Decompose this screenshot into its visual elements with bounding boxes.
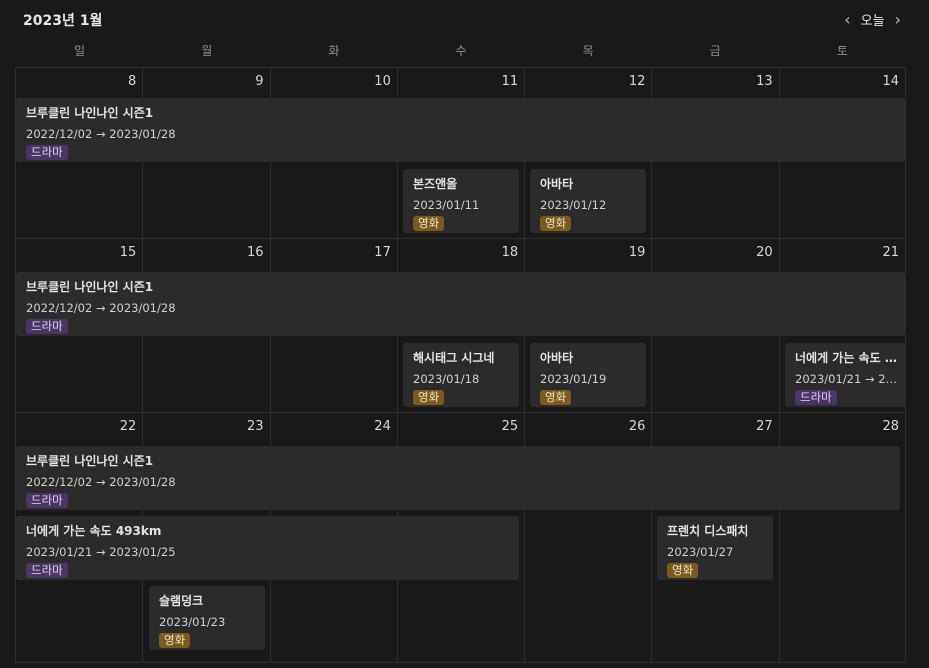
event-date: 2023/01/27 — [667, 545, 734, 559]
event-date: 2022/12/02 → 2023/01/28 — [26, 301, 176, 315]
week-row: 22 23 24 25 26 27 28 브루클린 나인나인 시즌1 2022/… — [15, 413, 906, 663]
day-number: 9 — [255, 74, 264, 89]
day-number: 20 — [756, 245, 773, 260]
day-number: 24 — [374, 419, 391, 434]
category-tag: 드라마 — [26, 319, 68, 334]
event-title: 아바타 — [540, 351, 574, 365]
calendar-header: 2023년 1월 ‹ 오늘 › — [0, 0, 929, 40]
event-title: 프렌치 디스패치 — [667, 524, 749, 538]
weekday-label: 목 — [582, 44, 594, 58]
day-number: 10 — [374, 74, 391, 89]
day-number: 19 — [628, 245, 646, 260]
weekday-label: 화 — [328, 44, 340, 58]
event-card[interactable]: 너에게 가는 속도 493km 2023/01/21 → 2023/01/25 … — [16, 516, 519, 580]
day-number: 13 — [756, 74, 773, 89]
event-date: 2023/01/19 — [540, 372, 607, 386]
event-title: 너에게 가는 속도 493km — [26, 524, 162, 538]
day-number: 27 — [756, 419, 773, 434]
event-card[interactable]: 해시태그 시그네 2023/01/18 영화 — [403, 343, 519, 407]
calendar-grid: 8 9 10 11 12 13 14 브루클린 나인나인 시즌1 2022/12… — [15, 67, 906, 668]
event-date: 2023/01/21 → 2023/01/25 — [795, 372, 902, 386]
week-row: 15 16 17 18 19 20 21 브루클린 나인나인 시즌1 2022/… — [15, 239, 906, 413]
event-card[interactable]: 브루클린 나인나인 시즌1 2022/12/02 → 2023/01/28 드라… — [16, 446, 900, 510]
event-date: 2022/12/02 → 2023/01/28 — [26, 127, 176, 141]
event-card[interactable]: 아바타 2023/01/19 영화 — [530, 343, 646, 407]
event-title: 해시태그 시그네 — [413, 351, 495, 365]
month-navigation: ‹ 오늘 › — [844, 10, 901, 29]
weekday-label: 토 — [836, 44, 848, 58]
event-title: 브루클린 나인나인 시즌1 — [26, 280, 154, 294]
day-number: 21 — [882, 245, 899, 260]
event-date: 2022/12/02 → 2023/01/28 — [26, 475, 176, 489]
event-date: 2023/01/18 — [413, 372, 480, 386]
event-date: 2023/01/12 — [540, 198, 607, 212]
day-number: 8 — [128, 74, 137, 89]
category-tag: 영화 — [667, 563, 699, 578]
weekday-label: 월 — [201, 44, 213, 58]
event-title: 브루클린 나인나인 시즌1 — [26, 454, 154, 468]
event-title: 본즈앤올 — [413, 177, 458, 191]
event-date: 2023/01/23 — [159, 615, 226, 629]
category-tag: 영화 — [413, 216, 445, 231]
event-card[interactable]: 아바타 2023/01/12 영화 — [530, 169, 646, 233]
event-card[interactable]: 브루클린 나인나인 시즌1 2022/12/02 → 2023/01/28 드라… — [16, 272, 905, 336]
event-date: 2023/01/21 → 2023/01/25 — [26, 545, 176, 559]
day-number: 12 — [628, 74, 646, 89]
day-number: 26 — [628, 419, 646, 434]
event-card[interactable]: 브루클린 나인나인 시즌1 2022/12/02 → 2023/01/28 드라… — [16, 98, 905, 162]
category-tag: 영화 — [413, 390, 445, 405]
event-card[interactable]: 너에게 가는 속도 493km 2023/01/21 → 2023/01/25 … — [785, 343, 906, 407]
day-number: 28 — [882, 419, 899, 434]
event-card[interactable]: 본즈앤올 2023/01/11 영화 — [403, 169, 519, 233]
weekday-label: 금 — [709, 44, 721, 58]
category-tag: 영화 — [159, 633, 191, 648]
today-button[interactable]: 오늘 — [861, 10, 885, 29]
next-month-button[interactable]: › — [895, 10, 901, 29]
event-date: 2023/01/11 — [413, 198, 480, 212]
day-number: 11 — [501, 74, 519, 89]
day-number: 22 — [119, 419, 137, 434]
day-number: 16 — [247, 245, 264, 260]
category-tag: 드라마 — [26, 145, 68, 160]
weekday-label: 수 — [455, 44, 467, 58]
event-title: 슬램덩크 — [159, 594, 204, 608]
category-tag: 드라마 — [795, 390, 837, 405]
category-tag: 영화 — [540, 216, 572, 231]
event-card[interactable]: 프렌치 디스패치 2023/01/27 영화 — [657, 516, 773, 580]
category-tag: 영화 — [540, 390, 572, 405]
day-number: 14 — [882, 74, 899, 89]
day-number: 15 — [119, 245, 137, 260]
category-tag: 드라마 — [26, 493, 68, 508]
day-number: 18 — [501, 245, 519, 260]
day-number: 23 — [247, 419, 264, 434]
day-number: 17 — [374, 245, 391, 260]
event-title: 브루클린 나인나인 시즌1 — [26, 106, 154, 120]
day-number: 25 — [501, 419, 519, 434]
category-tag: 드라마 — [26, 563, 68, 578]
weekday-header: 일 월 화 수 목 금 토 — [16, 40, 906, 66]
event-card[interactable]: 슬램덩크 2023/01/23 영화 — [149, 586, 265, 650]
event-title: 너에게 가는 속도 493km — [795, 351, 902, 365]
month-title: 2023년 1월 — [23, 13, 103, 29]
prev-month-button[interactable]: ‹ — [844, 10, 850, 29]
weekday-label: 일 — [74, 44, 86, 58]
event-title: 아바타 — [540, 177, 574, 191]
week-row: 8 9 10 11 12 13 14 브루클린 나인나인 시즌1 2022/12… — [15, 68, 906, 239]
